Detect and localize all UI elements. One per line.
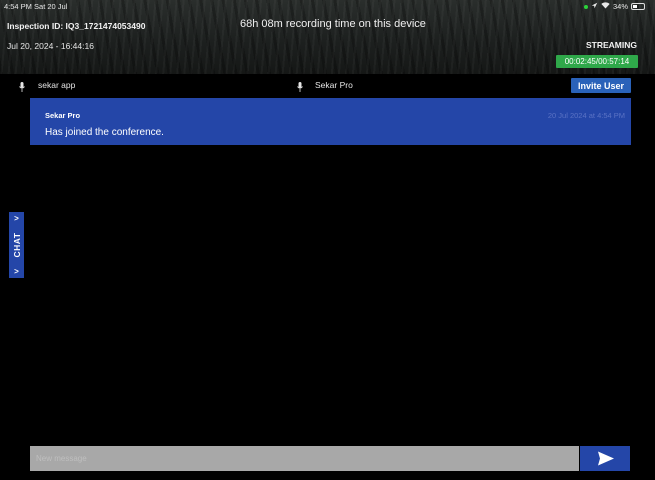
recording-dot-icon — [583, 4, 588, 9]
new-message-input[interactable] — [30, 446, 579, 471]
message-sender: Sekar Pro — [45, 111, 81, 120]
chat-panel-toggle[interactable]: > CHAT > — [9, 212, 24, 278]
chevron-right-icon: > — [14, 214, 19, 223]
stream-timer: 00:02:45/00:57:14 — [556, 55, 638, 68]
status-bar-indicators: 34% — [583, 2, 645, 11]
wifi-icon — [601, 2, 610, 11]
microphone-icon — [297, 79, 303, 92]
battery-percent: 34% — [612, 2, 628, 11]
participants-bar: sekar app Sekar Pro Invite User — [0, 74, 655, 96]
microphone-icon — [19, 79, 25, 92]
inspection-id: Inspection ID: IQ3_1721474053490 — [7, 21, 146, 31]
chat-tab-label: CHAT — [11, 232, 22, 258]
send-icon — [580, 446, 630, 471]
invite-user-button[interactable]: Invite User — [571, 78, 631, 93]
message-text: Has joined the conference. — [45, 127, 164, 138]
chat-message: Sekar Pro 20 Jul 2024 at 4:54 PM Has joi… — [30, 98, 631, 145]
recording-time-remaining: 68h 08m recording time on this device — [240, 18, 426, 30]
battery-icon — [631, 3, 645, 10]
chevron-right-icon: > — [14, 267, 19, 276]
location-arrow-icon — [591, 2, 598, 11]
status-bar-time: 4:54 PM Sat 20 Jul — [4, 2, 68, 11]
send-button[interactable] — [580, 446, 630, 471]
participant-name-sekar-pro: Sekar Pro — [315, 80, 353, 90]
session-date: Jul 20, 2024 - 16:44:16 — [7, 41, 94, 51]
message-timestamp: 20 Jul 2024 at 4:54 PM — [547, 111, 625, 120]
participant-name-sekar-app: sekar app — [38, 80, 76, 90]
streaming-status: STREAMING — [586, 40, 637, 50]
